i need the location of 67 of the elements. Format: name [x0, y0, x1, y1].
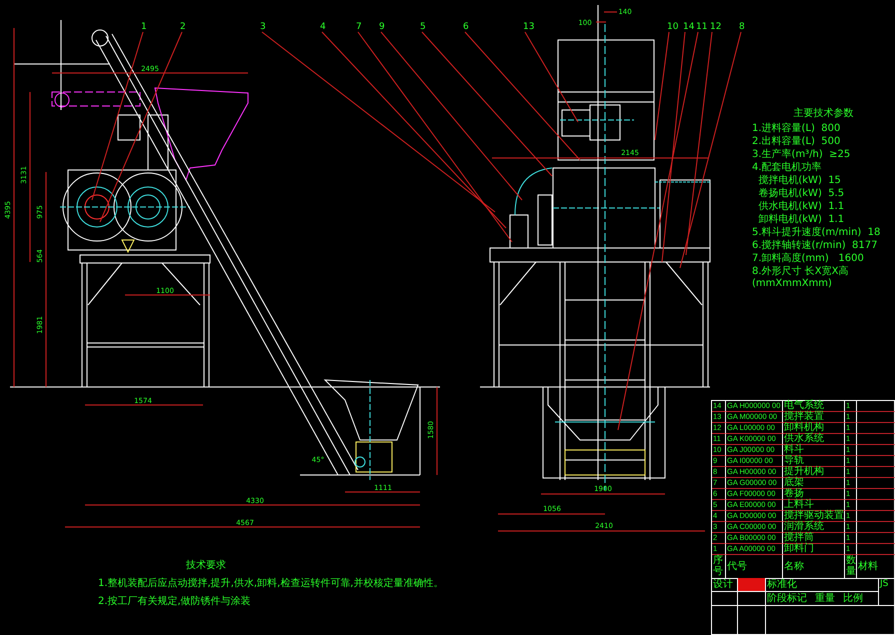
requirement-text: 1.整机装配后应点动搅拌,提升,供水,卸料,检查运转件可靠,并校核定量准确性。 — [98, 578, 444, 590]
spec-line: 4.配套电机功率 — [752, 162, 823, 174]
table-cell — [857, 533, 895, 544]
table-cell: 润滑系统 — [783, 522, 845, 533]
table-cell: 搅拌驱动装置 — [783, 511, 845, 522]
table-cell — [857, 489, 895, 500]
callout-number: 2 — [180, 22, 186, 32]
table-cell — [857, 511, 895, 522]
table-cell — [857, 467, 895, 478]
table-cell — [857, 434, 895, 445]
callout-number: 6 — [463, 22, 469, 32]
column-header: 数量 — [846, 555, 856, 577]
table-cell: 电气系统 — [783, 401, 845, 412]
spec-line: 6.搅拌轴转速(r/min) 8177 — [752, 240, 878, 252]
table-cell — [857, 522, 895, 533]
callout-number: 3 — [260, 22, 266, 32]
spec-line: 卸料电机(kW) 1.1 — [757, 214, 846, 226]
table-cell: 导轨 — [783, 456, 845, 467]
callout-number: 8 — [739, 22, 745, 32]
table-cell — [857, 456, 895, 467]
table-cell — [857, 445, 895, 456]
table-cell — [857, 423, 895, 434]
column-header: 代号 — [727, 561, 747, 572]
table-cell: 卸料机构 — [783, 423, 845, 434]
spec-line: 5.料斗提升速度(m/min) 18 — [752, 227, 882, 239]
table-cell: 搅拌筒 — [783, 533, 845, 544]
table-cell: 料斗 — [783, 445, 845, 456]
requirement-text: 2.按工厂有关规定,做防锈件与涂装 — [98, 596, 252, 608]
callout-number: 14 — [683, 22, 694, 32]
table-cell: 上料斗 — [783, 500, 845, 511]
callout-number: 13 — [523, 22, 534, 32]
requirements-title: 技术要求 — [186, 560, 227, 572]
spec-line: 7.卸料高度(mm) 1600 — [752, 253, 865, 265]
callout-number: 9 — [379, 22, 385, 32]
table-cell — [857, 500, 895, 511]
table-cell: 卷扬 — [783, 489, 845, 500]
table-cell: 卸料门 — [783, 544, 845, 555]
spec-line: 供水电机(kW) 1.1 — [757, 201, 846, 213]
table-cell: 供水系统 — [783, 434, 845, 445]
table-cell: 搅拌装置 — [783, 412, 845, 423]
table-cell: 提升机构 — [783, 467, 845, 478]
spec-line: 2.出料容量(L) 500 — [752, 136, 842, 148]
spec-line: 8.外形尺寸 长X宽X高(mmXmmXmm) — [752, 266, 850, 290]
table-cell: 底架 — [783, 478, 845, 489]
spec-line: 卷扬电机(kW) 5.5 — [757, 188, 846, 200]
column-header: 材料 — [858, 561, 878, 572]
table-cell — [857, 478, 895, 489]
table-cell — [857, 412, 895, 423]
callout-number: 5 — [420, 22, 426, 32]
title-block-label: 重量 — [815, 592, 835, 605]
title-block-label: 阶段标记 — [767, 592, 807, 605]
callout-number: 7 — [356, 22, 362, 32]
spec-line: 3.生产率(m³/h) ≥25 — [752, 149, 852, 161]
spec-line: 搅拌电机(kW) 15 — [757, 175, 842, 187]
callout-number: 11 — [696, 22, 708, 32]
callout-number: 1 — [141, 22, 147, 32]
column-header: 名称 — [784, 561, 804, 572]
title-block-label: 标准化 — [766, 578, 879, 592]
callout-number: 4 — [320, 22, 326, 32]
title-block-label: 比例 — [843, 592, 863, 605]
callout-number: 10 — [667, 22, 678, 32]
callout-number: 12 — [710, 22, 722, 32]
specs-title: 主要技术参数 — [792, 108, 854, 120]
column-header: 序号 — [713, 555, 723, 577]
spec-line: 1.进料容量(L) 800 — [752, 123, 842, 135]
title-block-label: JS — [879, 578, 895, 606]
title-block-cell — [738, 606, 766, 635]
